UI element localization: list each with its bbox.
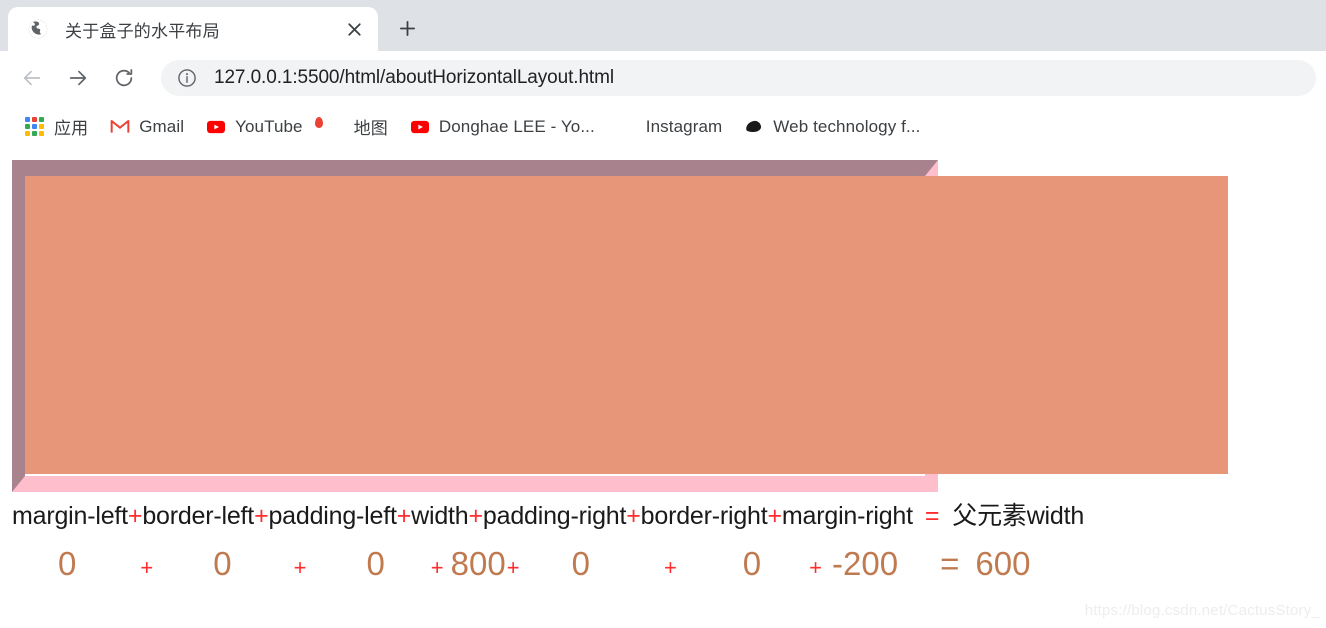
plus-icon[interactable]: [387, 8, 427, 48]
bookmark-label: Gmail: [139, 116, 185, 136]
bookmark-label: Donghae LEE - Yo...: [438, 116, 595, 136]
bookmark-donghae-lee[interactable]: Donghae LEE - Yo...: [401, 111, 604, 143]
address-bar[interactable]: 127.0.0.1:5500/html/aboutHorizontalLayou…: [161, 59, 1316, 96]
bookmarks-bar: 应用 Gmail YouTube 地图 Donghae LEE - Yo... …: [0, 104, 1326, 149]
value-operator: +: [140, 555, 154, 580]
browser-window: 关于盒子的水平布局 127.0.0.1:5500/html/aboutHoriz…: [0, 0, 1326, 628]
arrow-right-icon[interactable]: [60, 60, 96, 96]
formula-term: border-right: [640, 502, 768, 530]
formula-term: border-left: [142, 502, 255, 530]
youtube-icon: [410, 117, 430, 137]
formula-term: margin-right: [781, 502, 913, 530]
formula-result: 父元素width: [952, 502, 1085, 530]
value-number: 0: [742, 545, 762, 582]
value-operator: +: [506, 555, 520, 580]
value-operator: +: [663, 555, 677, 580]
bookmark-label: Web technology f...: [773, 116, 921, 136]
bookmark-label: 地图: [353, 119, 388, 138]
arrow-left-icon[interactable]: [14, 60, 50, 96]
gmail-icon: [110, 117, 130, 137]
value-number: -200: [832, 545, 899, 582]
value-equals: =: [940, 545, 960, 582]
bookmark-gmail[interactable]: Gmail: [101, 111, 193, 143]
url-text: 127.0.0.1:5500/html/aboutHorizontalLayou…: [214, 66, 614, 88]
tab-title: 关于盒子的水平布局: [65, 21, 220, 41]
browser-tab[interactable]: 关于盒子的水平布局: [8, 7, 378, 51]
mdn-icon: [744, 117, 764, 137]
bookmark-web-technology[interactable]: Web technology f...: [735, 111, 929, 143]
bookmark-youtube[interactable]: YouTube: [197, 111, 312, 143]
bookmark-label: 应用: [54, 119, 89, 138]
value-number: 0: [58, 545, 77, 582]
formula-operator: +: [767, 502, 783, 530]
formula-term: width: [411, 502, 469, 530]
formula-term: margin-left: [12, 502, 128, 530]
instagram-icon: [617, 117, 637, 137]
tab-strip: 关于盒子的水平布局: [0, 0, 1326, 51]
formula-operator: +: [254, 502, 269, 530]
value-number: 800: [450, 545, 506, 582]
watermark: https://blog.csdn.net/CactusStory_: [1084, 602, 1320, 619]
formula-term: padding-left: [268, 502, 397, 530]
value-number: 0: [366, 545, 385, 582]
formula-operator: +: [626, 502, 641, 530]
bookmark-label: Instagram: [645, 116, 723, 136]
youtube-icon: [206, 117, 226, 137]
value-number: 0: [213, 545, 232, 582]
formula-operator: +: [127, 502, 143, 530]
value-operator: +: [430, 555, 444, 580]
browser-toolbar: 127.0.0.1:5500/html/aboutHorizontalLayou…: [0, 51, 1326, 104]
value-result: 600: [975, 545, 1031, 582]
bookmark-maps[interactable]: 地图: [316, 111, 397, 143]
bookmark-apps[interactable]: 应用: [16, 111, 97, 143]
bookmark-instagram[interactable]: Instagram: [608, 111, 732, 143]
child-box: [25, 176, 1228, 474]
formula-term: padding-right: [482, 502, 627, 530]
formula-equals: =: [924, 502, 940, 530]
close-icon[interactable]: [341, 16, 367, 42]
page-viewport: margin-left+border-left+padding-left+wid…: [0, 149, 1326, 628]
google-maps-icon: [325, 117, 345, 137]
formula-line: margin-left+border-left+padding-left+wid…: [12, 504, 1084, 529]
info-circle-icon[interactable]: [177, 68, 197, 88]
values-line: 0 + 0 + 0 + 800 + 0 + 0 + -200 = 600: [12, 547, 1132, 580]
value-number: 0: [571, 545, 590, 582]
globe-icon: [27, 18, 49, 40]
value-operator: +: [809, 555, 823, 580]
bookmark-label: YouTube: [235, 116, 303, 136]
formula-operator: +: [396, 502, 412, 530]
reload-icon[interactable]: [106, 60, 142, 96]
apps-grid-icon: [25, 116, 45, 137]
value-operator: +: [293, 555, 307, 580]
formula-operator: +: [468, 502, 484, 530]
